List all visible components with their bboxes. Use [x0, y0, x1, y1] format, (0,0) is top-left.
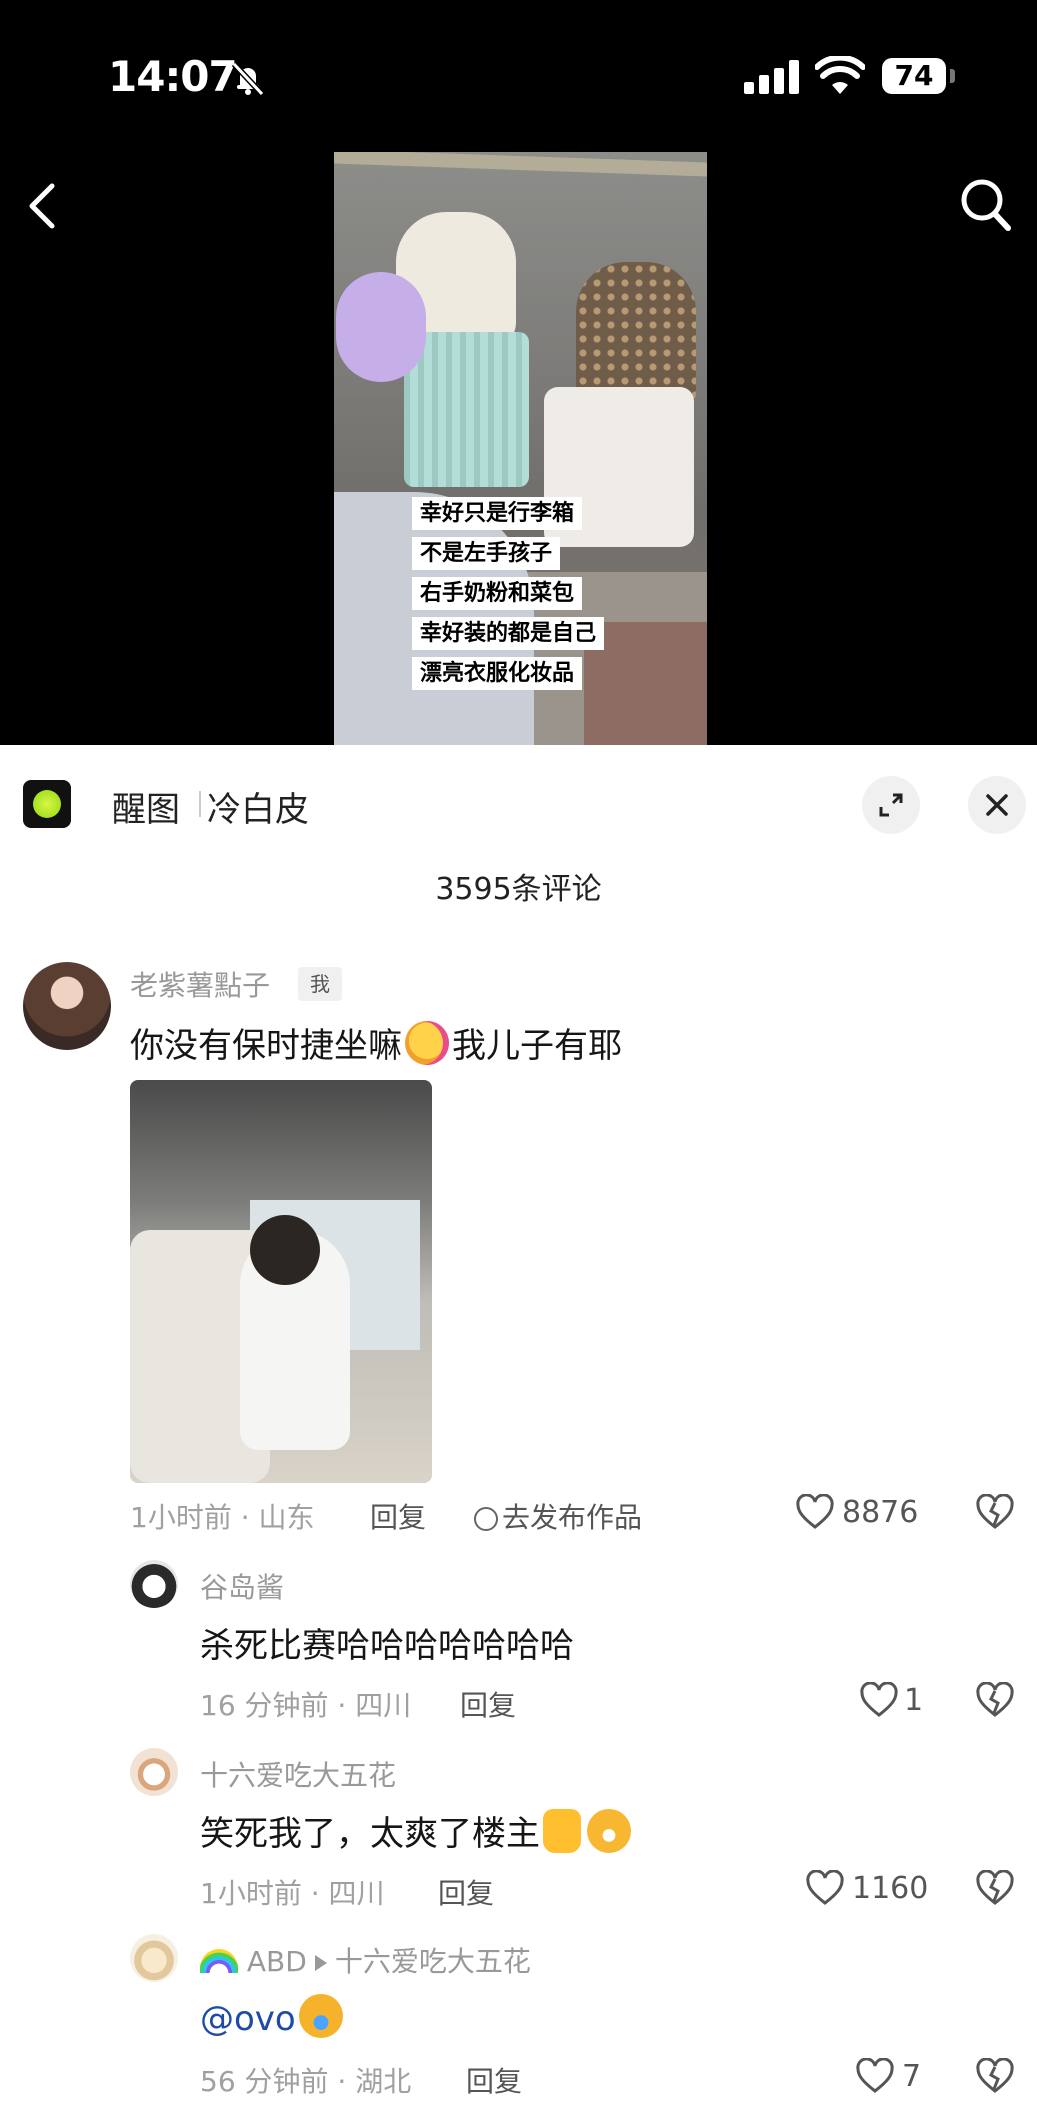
like-count: 8876 — [842, 1495, 919, 1530]
expand-icon — [879, 793, 903, 817]
comment-text-part: 我儿子有耶 — [452, 1026, 622, 1066]
caption-line: 右手奶粉和菜包 — [412, 577, 583, 610]
reply-meta: 16 分钟前 · 四川 — [200, 1689, 412, 1722]
caption-line: 幸好只是行李箱 — [412, 497, 583, 530]
publish-button[interactable]: 去发布作品 — [474, 1496, 642, 1536]
close-icon — [986, 794, 1008, 816]
reply-text-part: 笑死我了，太爽了楼主 — [200, 1814, 540, 1854]
video-viewer: 14:07 74 幸好只是行李箱 不是左手孩子 右手奶粉和菜包 幸好装的都是自己… — [0, 0, 1037, 745]
reply-button[interactable]: 回复 — [460, 1684, 516, 1724]
app-logo[interactable] — [23, 780, 71, 828]
dislike-icon[interactable] — [976, 2058, 1014, 2094]
expand-button[interactable] — [862, 776, 920, 834]
like-count: 1160 — [852, 1871, 929, 1906]
blushing-face-emoji-icon — [405, 1021, 449, 1065]
mention-link[interactable]: @ovo — [200, 1999, 296, 2039]
reply-button[interactable]: 回复 — [370, 1496, 426, 1536]
grinning-face-emoji-icon — [587, 1809, 631, 1853]
heart-icon[interactable] — [796, 1494, 834, 1530]
bell-off-icon — [231, 61, 265, 97]
app-name[interactable]: 醒图 — [112, 782, 180, 831]
dislike-icon[interactable] — [976, 1870, 1014, 1906]
reply-username[interactable]: 谷岛酱 — [200, 1566, 284, 1606]
logo-dot — [33, 790, 61, 818]
heart-icon[interactable] — [856, 2058, 894, 2094]
reply-header: ABD 十六爱吃大五花 — [200, 1940, 531, 1980]
me-badge: 我 — [298, 967, 342, 1001]
title-divider — [199, 791, 201, 817]
back-icon[interactable] — [22, 178, 66, 234]
dislike-icon[interactable] — [976, 1682, 1014, 1718]
avatar[interactable] — [23, 962, 111, 1050]
reply-text: 笑死我了，太爽了楼主 — [200, 1806, 634, 1855]
reply-meta: 56 分钟前 · 湖北 — [200, 2065, 412, 2098]
heart-icon[interactable] — [860, 1682, 898, 1718]
avatar[interactable] — [130, 1560, 178, 1608]
like-count: 7 — [902, 2059, 922, 2094]
reply-username[interactable]: ABD — [247, 1945, 307, 1978]
mint-suitcase — [404, 332, 529, 487]
comment-text-part: 你没有保时捷坐嘛 — [130, 1026, 402, 1066]
wifi-icon — [815, 56, 865, 94]
avatar[interactable] — [130, 1748, 178, 1796]
reply-arrow-icon — [314, 1955, 327, 1971]
close-button[interactable] — [968, 776, 1026, 834]
upload-icon — [474, 1507, 498, 1531]
caption-line: 幸好装的都是自己 — [412, 617, 605, 650]
comment-username[interactable]: 老紫薯點子 — [130, 964, 270, 1004]
reply-to-username[interactable]: 十六爱吃大五花 — [335, 1945, 531, 1978]
avatar[interactable] — [130, 1934, 178, 1982]
video-caption: 幸好只是行李箱 不是左手孩子 右手奶粉和菜包 幸好装的都是自己 漂亮衣服化妆品 — [412, 497, 605, 697]
comment-image[interactable] — [130, 1080, 432, 1483]
battery-indicator: 74 — [882, 58, 946, 94]
reply-text: @ovo — [200, 1994, 346, 2039]
crying-laughing-emoji-icon — [298, 1994, 343, 2038]
caption-line: 不是左手孩子 — [412, 537, 561, 570]
reply-text: 杀死比赛哈哈哈哈哈哈哈 — [200, 1626, 574, 1666]
search-icon[interactable] — [958, 174, 1014, 234]
signal-icon — [744, 60, 799, 94]
road-line — [334, 152, 707, 177]
rainbow-emoji-icon — [200, 1949, 238, 1973]
caption-line: 漂亮衣服化妆品 — [412, 657, 583, 690]
child-head — [250, 1215, 320, 1285]
like-count: 1 — [904, 1683, 924, 1718]
reply-button[interactable]: 回复 — [438, 1872, 494, 1912]
thumbs-up-emoji-icon — [543, 1809, 581, 1853]
publish-label: 去发布作品 — [502, 1501, 643, 1534]
reply-username[interactable]: 十六爱吃大五花 — [200, 1754, 396, 1794]
status-time: 14:07 — [108, 52, 238, 101]
comment-count: 3595条评论 — [435, 872, 602, 907]
app-subtitle[interactable]: 冷白皮 — [207, 782, 309, 831]
reply-meta: 1小时前 · 四川 — [200, 1877, 385, 1910]
dislike-icon[interactable] — [976, 1494, 1014, 1530]
comment-meta: 1小时前 · 山东 — [130, 1501, 315, 1534]
battery-cap — [950, 69, 955, 83]
heart-icon[interactable] — [806, 1870, 844, 1906]
video-frame[interactable]: 幸好只是行李箱 不是左手孩子 右手奶粉和菜包 幸好装的都是自己 漂亮衣服化妆品 — [334, 152, 707, 745]
comment-text: 你没有保时捷坐嘛 我儿子有耶 — [130, 1018, 622, 1067]
plush-toy — [336, 272, 426, 382]
reply-button[interactable]: 回复 — [466, 2060, 522, 2100]
